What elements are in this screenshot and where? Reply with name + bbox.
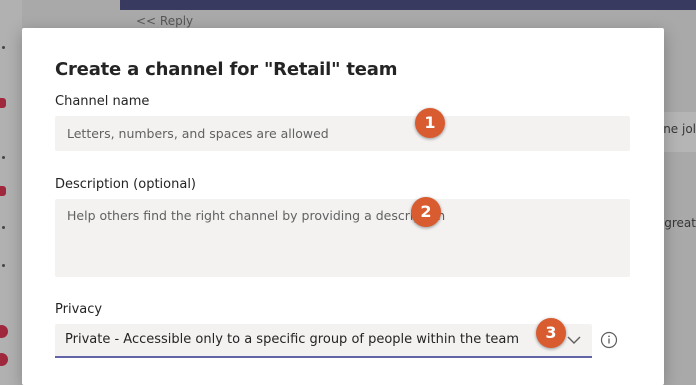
privacy-selected-value: Private - Accessible only to a specific … (65, 332, 520, 347)
chevron-down-icon (567, 336, 581, 344)
dialog-title: Create a channel for "Retail" team (55, 59, 398, 80)
info-icon[interactable] (600, 331, 618, 349)
step-marker-1: 1 (415, 108, 445, 138)
step-marker-2: 2 (411, 197, 441, 227)
channel-name-input[interactable]: Letters, numbers, and spaces are allowed (55, 116, 630, 151)
description-textarea[interactable]: Help others find the right channel by pr… (55, 199, 630, 277)
privacy-label: Privacy (55, 302, 103, 317)
description-label: Description (optional) (55, 177, 197, 192)
privacy-dropdown[interactable]: Private - Accessible only to a specific … (55, 324, 592, 358)
step-marker-3: 3 (536, 318, 566, 348)
channel-name-label: Channel name (55, 94, 150, 109)
create-channel-dialog: Create a channel for "Retail" team Chann… (22, 28, 664, 385)
